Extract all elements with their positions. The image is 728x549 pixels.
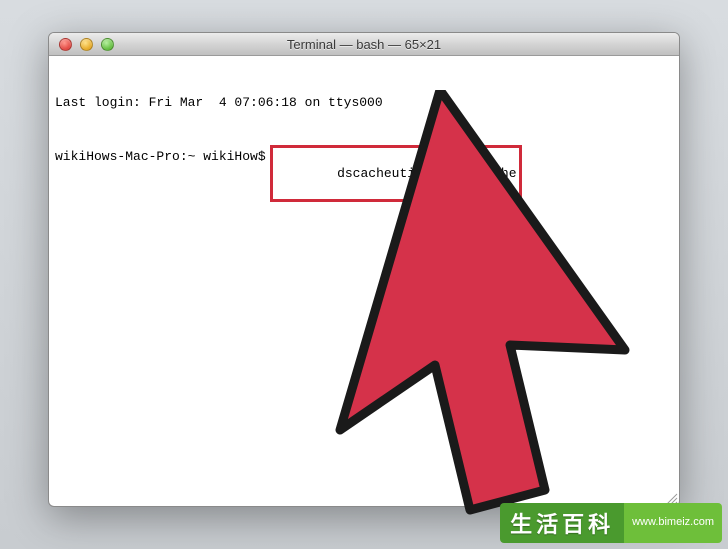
window-title: Terminal — bash — 65×21	[49, 37, 679, 52]
window-titlebar[interactable]: Terminal — bash — 65×21	[49, 33, 679, 56]
traffic-lights	[49, 38, 114, 51]
watermark-title: 生活百科	[500, 503, 624, 543]
prompt-line: wikiHows-Mac-Pro:~ wikiHow$ dscacheutil …	[55, 145, 673, 202]
close-button[interactable]	[59, 38, 72, 51]
watermark-url: www.bimeiz.com	[624, 503, 722, 543]
terminal-body[interactable]: Last login: Fri Mar 4 07:06:18 on ttys00…	[49, 56, 679, 240]
zoom-button[interactable]	[101, 38, 114, 51]
command-highlight-box: dscacheutil -flushcache	[270, 145, 522, 202]
login-info-line: Last login: Fri Mar 4 07:06:18 on ttys00…	[55, 94, 673, 111]
typed-command: dscacheutil -flushcache	[337, 166, 516, 181]
watermark: 生活百科 www.bimeiz.com	[500, 503, 722, 543]
minimize-button[interactable]	[80, 38, 93, 51]
shell-prompt: wikiHows-Mac-Pro:~ wikiHow$	[55, 148, 266, 165]
terminal-window: Terminal — bash — 65×21 Last login: Fri …	[48, 32, 680, 507]
